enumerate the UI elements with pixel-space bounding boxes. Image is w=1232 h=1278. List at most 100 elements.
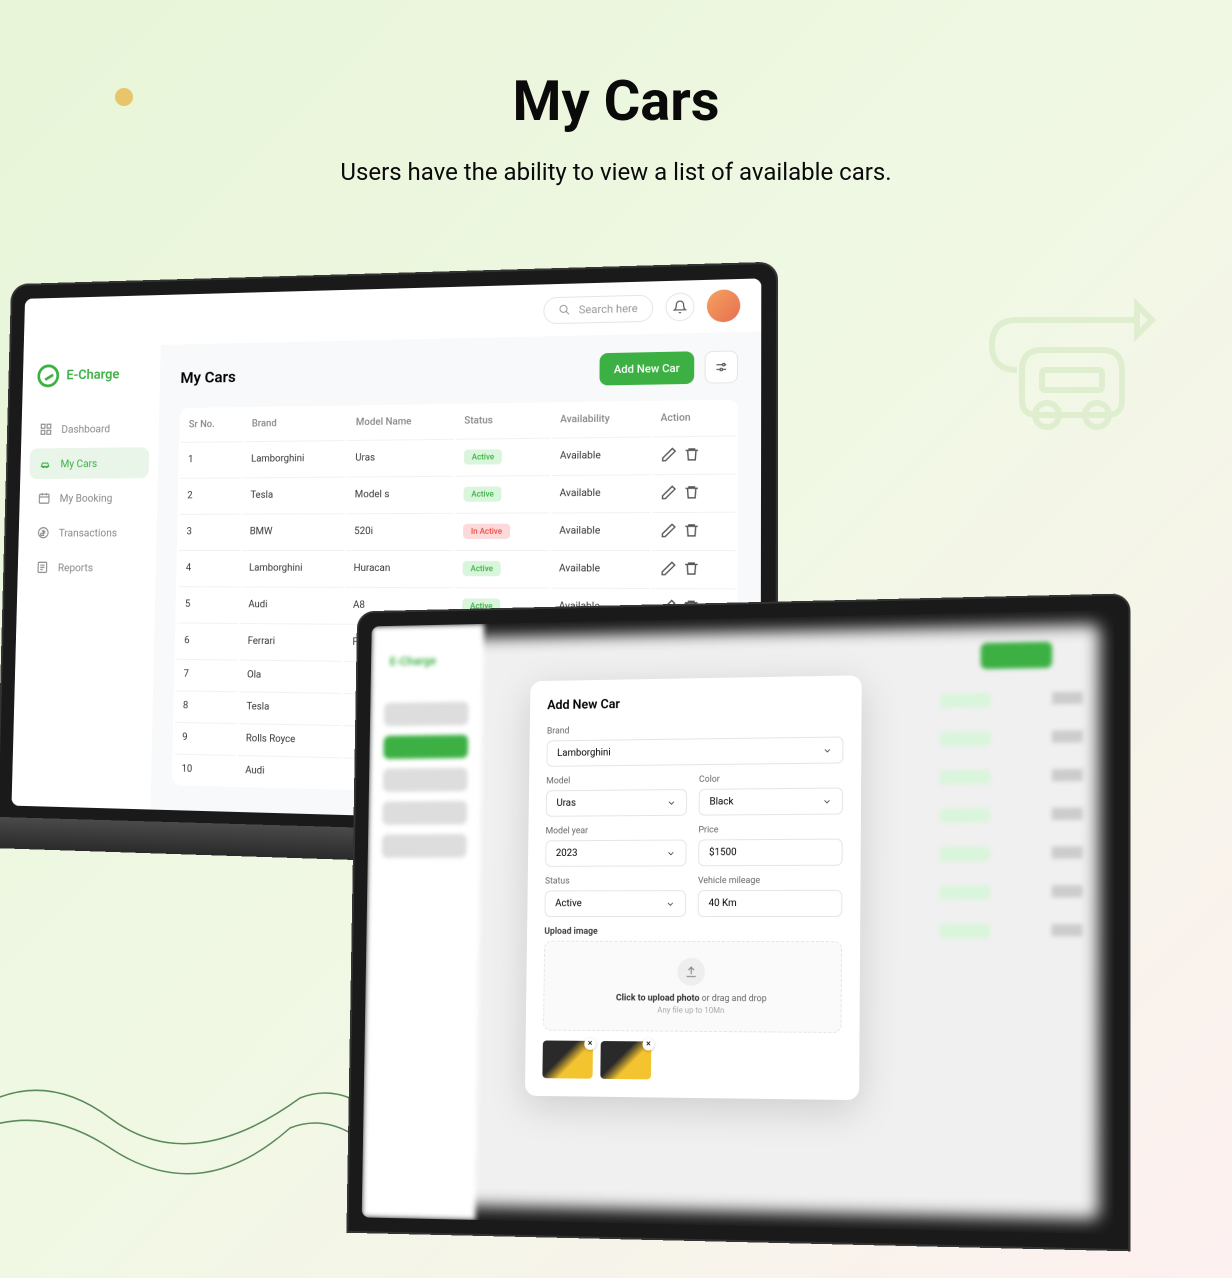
brand-label: Brand <box>547 722 844 736</box>
decor-dot <box>115 88 133 106</box>
car-icon <box>39 457 52 471</box>
brand-icon <box>37 364 59 387</box>
filter-button[interactable] <box>705 350 739 383</box>
hero-section: My Cars Users have the ability to view a… <box>0 0 1232 186</box>
cell-model: Model s <box>347 476 454 512</box>
color-value: Black <box>709 796 733 807</box>
add-new-car-button[interactable]: Add New Car <box>599 351 694 385</box>
status-value: Active <box>555 898 582 909</box>
cell-no: 6 <box>176 622 238 657</box>
cell-brand: Tesla <box>238 691 341 723</box>
page-subtitle: Users have the ability to view a list of… <box>0 158 1232 186</box>
column-header: Action <box>652 402 736 435</box>
search-placeholder: Search here <box>579 301 638 316</box>
modal-title: Add New Car <box>547 694 844 714</box>
sidebar: E-Charge Dashboard My Cars My Booking Trans… <box>12 345 161 810</box>
edit-icon[interactable] <box>660 522 677 538</box>
column-header: Brand <box>244 408 347 440</box>
trash-icon[interactable] <box>683 446 700 463</box>
cell-brand: Tesla <box>242 477 345 512</box>
brand-blurred: E-Charge <box>390 654 437 668</box>
table-row: 2TeslaModel s Active Available <box>179 474 735 512</box>
nav-label: Reports <box>58 561 93 574</box>
color-select[interactable]: Black <box>699 787 843 815</box>
chevron-down-icon <box>665 899 675 909</box>
cell-brand: Audi <box>237 755 341 788</box>
sidebar-item-transactions[interactable]: Transactions <box>27 517 147 548</box>
brand-value: Lamborghini <box>557 747 611 758</box>
status-badge: Active <box>462 561 501 576</box>
laptop-mockup-2: E-Charge Add New Car Brand Lamborghini M… <box>346 593 1130 1251</box>
mileage-input[interactable]: 40 Km <box>698 890 843 917</box>
column-header: Availability <box>552 403 650 436</box>
cell-no: 5 <box>177 586 239 621</box>
trash-icon[interactable] <box>683 484 700 501</box>
model-label: Model <box>546 775 687 786</box>
cell-brand: Lamborghini <box>241 550 344 585</box>
user-avatar[interactable] <box>707 289 740 322</box>
calendar-icon <box>38 491 51 504</box>
notification-button[interactable] <box>665 292 694 321</box>
table-row: 4LamborghiniHuracanActiveAvailable <box>178 550 736 586</box>
sidebar-item-dashboard[interactable]: Dashboard <box>30 412 150 444</box>
image-thumbnails <box>542 1040 841 1081</box>
cell-no: 2 <box>179 477 241 512</box>
year-value: 2023 <box>556 848 578 859</box>
search-input[interactable]: Search here <box>543 294 653 324</box>
cell-avail: Available <box>552 436 650 472</box>
trash-icon[interactable] <box>683 560 700 577</box>
status-badge: Active <box>464 449 502 464</box>
cell-brand: Ola <box>239 660 342 691</box>
nav-label: My Cars <box>60 457 97 470</box>
edit-icon[interactable] <box>660 560 677 577</box>
cell-no: 4 <box>178 550 240 584</box>
cell-brand: Ferrari <box>240 623 343 659</box>
cell-model: 520i <box>346 513 453 548</box>
brand: E-Charge <box>32 362 151 387</box>
status-badge: In Active <box>463 523 510 538</box>
cell-no: 1 <box>180 441 242 476</box>
cell-brand: Audi <box>240 586 343 621</box>
decor-wave <box>0 978 350 1278</box>
year-select[interactable]: 2023 <box>545 840 686 867</box>
brand-name: E-Charge <box>66 367 119 383</box>
cell-no: 8 <box>175 690 237 721</box>
trash-icon[interactable] <box>683 522 700 539</box>
nav-label: Transactions <box>59 526 118 539</box>
upload-icon <box>677 958 705 986</box>
cell-model: Huracan <box>346 550 453 585</box>
cell-no: 10 <box>174 754 236 785</box>
upload-text: Click to upload photo or drag and drop <box>560 993 825 1005</box>
sidebar-item-reports[interactable]: Reports <box>27 552 147 583</box>
nav-label: My Booking <box>60 491 113 504</box>
sidebar-item-my-cars[interactable]: My Cars <box>29 447 149 479</box>
report-icon <box>36 561 49 575</box>
table-row: 3BMW520iIn ActiveAvailable <box>179 512 736 548</box>
price-value: $1500 <box>709 847 737 858</box>
mileage-value: 40 Km <box>708 898 736 909</box>
status-label: Status <box>545 876 686 886</box>
grid-icon <box>39 422 52 436</box>
edit-icon[interactable] <box>660 484 677 500</box>
sliders-icon <box>714 360 729 375</box>
status-select[interactable]: Active <box>545 890 687 917</box>
add-car-modal: Add New Car Brand Lamborghini Model Uras… <box>525 675 862 1100</box>
search-icon <box>559 304 571 316</box>
price-label: Price <box>698 825 842 836</box>
bell-icon <box>673 300 688 315</box>
edit-icon[interactable] <box>660 446 677 463</box>
status-badge: Active <box>463 486 502 501</box>
thumbnail-2[interactable] <box>600 1041 651 1079</box>
brand-select[interactable]: Lamborghini <box>546 736 843 766</box>
model-select[interactable]: Uras <box>546 789 687 817</box>
upload-subtext: Any file up to 10Mn <box>560 1005 825 1016</box>
page-title: My Cars <box>0 68 1232 134</box>
price-input[interactable]: $1500 <box>698 839 843 867</box>
thumbnail-1[interactable] <box>542 1040 593 1078</box>
ev-car-icon <box>972 280 1172 480</box>
cell-avail: Available <box>551 474 650 510</box>
cell-no: 7 <box>176 659 238 689</box>
section-title: My Cars <box>180 367 236 386</box>
sidebar-item-my-booking[interactable]: My Booking <box>28 482 148 514</box>
upload-dropzone[interactable]: Click to upload photo or drag and drop A… <box>543 941 842 1033</box>
